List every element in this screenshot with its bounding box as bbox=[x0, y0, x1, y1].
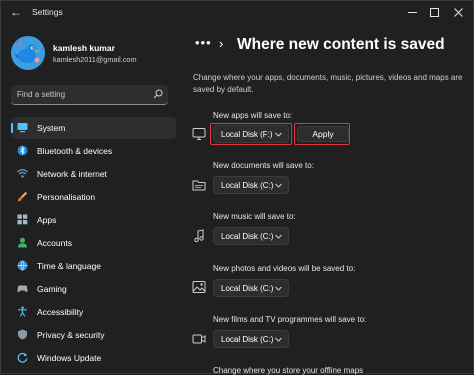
maximize-button[interactable] bbox=[421, 3, 447, 21]
gamepad-icon bbox=[17, 285, 28, 293]
music-save-label: New music will save to: bbox=[213, 212, 296, 221]
sidebar-item-label: Time & language bbox=[37, 261, 101, 271]
sidebar-item-label: Privacy & security bbox=[37, 330, 105, 340]
music-note-icon bbox=[194, 229, 204, 243]
sidebar-item-gaming[interactable]: Gaming bbox=[11, 278, 176, 300]
folder-icon bbox=[192, 180, 206, 191]
photos-save-label: New photos and videos will be saved to: bbox=[213, 264, 356, 273]
sidebar-item-label: Apps bbox=[37, 215, 57, 225]
sidebar-item-bluetooth[interactable]: Bluetooth & devices bbox=[11, 140, 176, 162]
dropdown-value: Local Disk (F:) bbox=[221, 130, 273, 139]
monitor-icon bbox=[17, 123, 28, 133]
page-description: Change where your apps, documents, music… bbox=[193, 73, 463, 94]
video-icon bbox=[192, 334, 206, 344]
sidebar-item-label: Bluetooth & devices bbox=[37, 146, 113, 156]
search-placeholder: Find a setting bbox=[17, 90, 66, 99]
title-bar: ← Settings bbox=[1, 1, 474, 25]
sidebar-item-label: Accessibility bbox=[37, 307, 84, 317]
sidebar-item-label: Network & internet bbox=[37, 169, 107, 179]
update-icon bbox=[17, 352, 28, 363]
dropdown-value: Local Disk (C:) bbox=[221, 284, 274, 293]
chevron-down-icon bbox=[275, 286, 282, 291]
close-button[interactable] bbox=[445, 3, 471, 21]
dropdown-value: Local Disk (C:) bbox=[221, 232, 274, 241]
shield-icon bbox=[18, 329, 27, 340]
sidebar-item-system[interactable]: System bbox=[11, 117, 176, 139]
sidebar-item-apps[interactable]: Apps bbox=[11, 209, 176, 231]
photo-icon bbox=[192, 281, 206, 293]
sidebar-item-label: Accounts bbox=[37, 238, 72, 248]
search-input[interactable]: Find a setting bbox=[11, 85, 168, 105]
breadcrumb-overflow-button[interactable]: ••• bbox=[195, 35, 212, 50]
window-title: Settings bbox=[32, 7, 63, 17]
music-location-dropdown[interactable]: Local Disk (C:) bbox=[213, 227, 289, 245]
sidebar-item-time-language[interactable]: Time & language bbox=[11, 255, 176, 277]
close-icon bbox=[453, 7, 463, 17]
user-name: kamlesh kumar bbox=[53, 43, 115, 53]
active-indicator bbox=[11, 123, 13, 133]
sidebar-item-label: Gaming bbox=[37, 284, 67, 294]
apps-save-label: New apps will save to: bbox=[213, 111, 293, 120]
user-email: kamlesh2011@gmail.com bbox=[53, 55, 137, 64]
apps-location-dropdown[interactable]: Local Disk (F:) bbox=[213, 125, 289, 143]
brush-icon bbox=[17, 191, 28, 202]
documents-location-dropdown[interactable]: Local Disk (C:) bbox=[213, 176, 289, 194]
sidebar-item-windows-update[interactable]: Windows Update bbox=[11, 347, 176, 369]
sidebar-item-personalisation[interactable]: Personalisation bbox=[11, 186, 176, 208]
sidebar-item-label: System bbox=[37, 123, 66, 133]
breadcrumb-chevron-icon: › bbox=[219, 36, 224, 51]
chevron-down-icon bbox=[275, 132, 282, 137]
monitor-icon bbox=[192, 128, 206, 140]
photos-location-dropdown[interactable]: Local Disk (C:) bbox=[213, 279, 289, 297]
globe-icon bbox=[17, 260, 28, 271]
chevron-down-icon bbox=[275, 183, 282, 188]
page-title: Where new content is saved bbox=[237, 36, 445, 53]
avatar[interactable] bbox=[11, 36, 45, 70]
sidebar-item-privacy[interactable]: Privacy & security bbox=[11, 324, 176, 346]
search-icon bbox=[153, 89, 163, 99]
settings-window: ← Settings kamlesh kumar kamlesh2011@gma… bbox=[0, 0, 474, 375]
sidebar-item-accessibility[interactable]: Accessibility bbox=[11, 301, 176, 323]
dropdown-value: Local Disk (C:) bbox=[221, 335, 274, 344]
sidebar-item-label: Windows Update bbox=[37, 353, 102, 363]
dropdown-value: Local Disk (C:) bbox=[221, 181, 274, 190]
documents-save-label: New documents will save to: bbox=[213, 161, 314, 170]
wifi-icon bbox=[17, 169, 28, 178]
films-save-label: New films and TV programmes will save to… bbox=[213, 315, 367, 324]
chevron-down-icon bbox=[275, 337, 282, 342]
chevron-down-icon bbox=[275, 234, 282, 239]
apply-button[interactable]: Apply bbox=[297, 126, 349, 142]
bird-avatar-icon bbox=[11, 36, 45, 70]
apps-icon bbox=[17, 214, 28, 225]
films-location-dropdown[interactable]: Local Disk (C:) bbox=[213, 330, 289, 348]
sidebar-item-label: Personalisation bbox=[37, 192, 96, 202]
sidebar-item-accounts[interactable]: Accounts bbox=[11, 232, 176, 254]
bluetooth-icon bbox=[17, 145, 28, 156]
back-arrow-icon[interactable]: ← bbox=[10, 5, 22, 19]
accessibility-icon bbox=[18, 306, 27, 317]
sidebar-item-network[interactable]: Network & internet bbox=[11, 163, 176, 185]
person-icon bbox=[18, 237, 27, 248]
